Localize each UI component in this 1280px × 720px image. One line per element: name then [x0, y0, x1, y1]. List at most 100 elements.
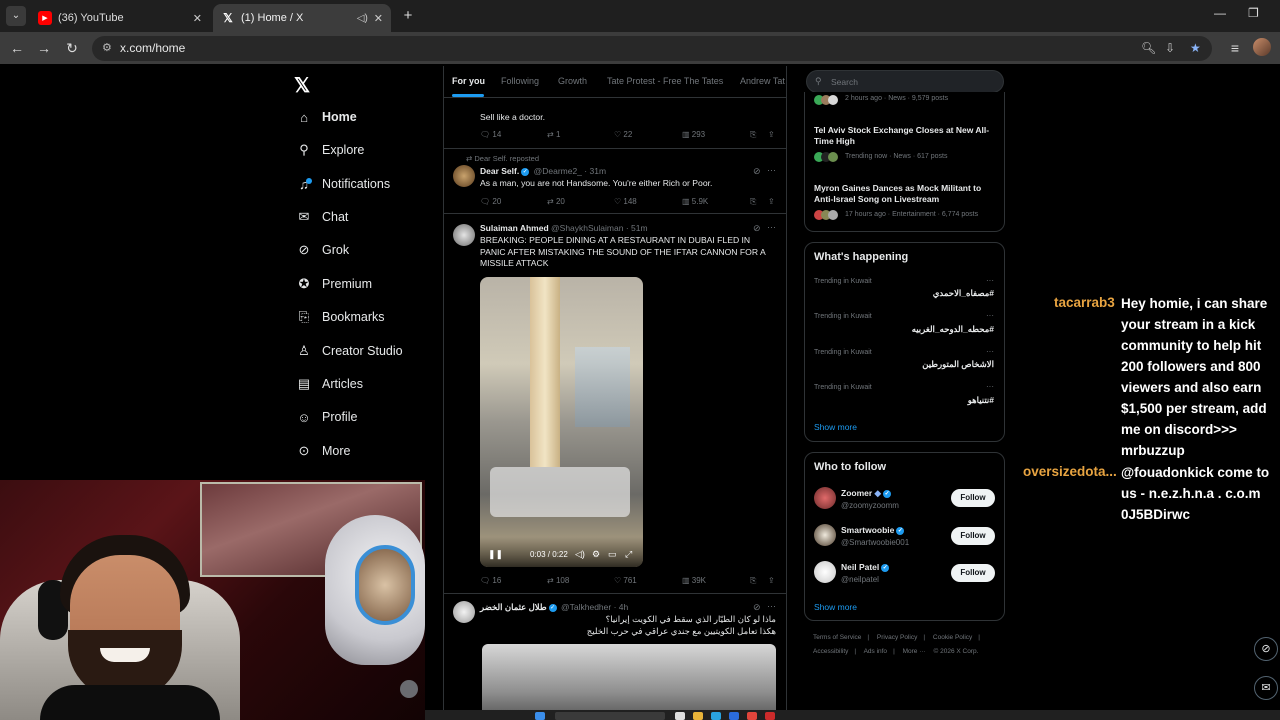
taskbar-app-icon[interactable] [765, 712, 775, 720]
bookmark-icon[interactable]: ⎘ [750, 197, 756, 207]
sidebar-item-bookmarks[interactable]: ⎘ Bookmarks [296, 305, 385, 329]
reply-button[interactable]: 🗨︎ 16 [480, 576, 501, 585]
site-info-icon[interactable]: ⚙ [102, 41, 116, 55]
tab-search-button[interactable]: ⌄ [6, 6, 26, 26]
more-options-icon[interactable]: ··· [767, 165, 776, 175]
reply-button[interactable]: 🗨︎ 20 [480, 197, 501, 206]
video-player[interactable]: ❚❚ 0:03 / 0:22 ◁) ⚙ ▭ ⤢ [480, 277, 643, 567]
author-handle[interactable]: @Dearme2_ [534, 166, 582, 176]
sidebar-item-notifications[interactable]: ♫ Notifications [296, 172, 390, 196]
avatar[interactable] [814, 524, 836, 546]
news-title[interactable]: Myron Gaines Dances as Mock Militant to … [814, 183, 999, 205]
repost-button[interactable]: ⇄ 20 [547, 197, 565, 206]
avatar[interactable] [453, 601, 475, 623]
more-options-icon[interactable]: ··· [986, 347, 994, 356]
tab-youtube[interactable]: ▶ (36) YouTube ✕ [30, 4, 210, 32]
grok-icon[interactable]: ⊘ [753, 602, 761, 613]
avatar[interactable] [453, 165, 475, 187]
share-icon[interactable]: ⇪ [768, 130, 775, 139]
sidebar-item-home[interactable]: ⌂ Home [296, 105, 357, 129]
footer-link[interactable]: Terms of Service [813, 634, 861, 641]
follow-button[interactable]: Follow [951, 564, 995, 582]
avatar[interactable] [814, 561, 836, 583]
settings-icon[interactable]: ⚙ [592, 549, 600, 560]
pip-icon[interactable]: ▭ [608, 549, 617, 560]
taskbar-search[interactable] [555, 712, 665, 720]
like-button[interactable]: ♡ 148 [614, 197, 637, 206]
media-control-icon[interactable]: ≡ [1225, 38, 1245, 58]
speaker-icon[interactable]: ◁) [357, 13, 368, 24]
share-icon[interactable]: ⇪ [768, 197, 775, 206]
author-name[interactable]: Dear Self. [480, 166, 519, 176]
bookmark-icon[interactable]: ⎘ [750, 130, 756, 140]
views-button[interactable]: ▥ 39K [682, 576, 706, 585]
author-handle[interactable]: @Talkhedher [561, 602, 611, 612]
author-handle[interactable]: @ShaykhSulaiman [551, 223, 623, 233]
restore-button[interactable]: ❐ [1248, 6, 1259, 20]
tab-following[interactable]: Following [501, 76, 539, 86]
install-icon[interactable]: ⇩ [1165, 41, 1175, 55]
grok-icon[interactable]: ⊘ [753, 223, 761, 234]
author-name[interactable]: Sulaiman Ahmed [480, 223, 549, 233]
more-options-icon[interactable]: ··· [767, 222, 776, 232]
account-name[interactable]: Neil Patel ✓ [841, 562, 891, 572]
folder-icon[interactable] [693, 712, 703, 720]
footer-link[interactable]: Cookie Policy [933, 634, 972, 641]
trend-name[interactable]: الاشخاص المتورطين [922, 359, 994, 370]
sidebar-item-more[interactable]: ⊙ More [296, 439, 351, 463]
forward-button[interactable]: → [34, 38, 54, 58]
like-button[interactable]: ♡ 761 [614, 576, 637, 585]
sidebar-item-articles[interactable]: ▤ Articles [296, 372, 363, 396]
sidebar-item-premium[interactable]: ✪ Premium [296, 272, 372, 296]
avatar[interactable] [814, 487, 836, 509]
back-button[interactable]: ← [7, 38, 27, 58]
fullscreen-icon[interactable]: ⤢ [625, 549, 632, 560]
show-more-link[interactable]: Show more [814, 602, 857, 612]
edge-icon[interactable] [711, 712, 721, 720]
share-icon[interactable]: ⇪ [768, 576, 775, 585]
follow-button[interactable]: Follow [951, 527, 995, 545]
reply-button[interactable]: 🗨︎ 14 [480, 130, 501, 139]
mail-icon[interactable]: ✉ [1254, 676, 1278, 700]
avatar[interactable] [453, 224, 475, 246]
close-icon[interactable]: ✕ [374, 12, 383, 25]
bookmark-icon[interactable]: ⎘ [750, 576, 756, 586]
account-name[interactable]: Smartwoobie ✓ [841, 525, 906, 535]
grok-icon[interactable]: ⊘ [1254, 637, 1278, 661]
author-name[interactable]: طلال عثمان الخضر [480, 602, 547, 612]
follow-button[interactable]: Follow [951, 489, 995, 507]
tab-x-home[interactable]: 𝕏 (1) Home / X ◁) ✕ [213, 4, 391, 32]
sidebar-item-grok[interactable]: ⊘ Grok [296, 238, 350, 262]
taskbar-app-icon[interactable] [747, 712, 757, 720]
footer-link[interactable]: Accessibility [813, 648, 848, 655]
repost-button[interactable]: ⇄ 1 [547, 130, 560, 139]
post-image[interactable] [482, 644, 776, 720]
views-button[interactable]: ▥ 5.9K [682, 197, 708, 206]
more-options-icon[interactable]: ··· [986, 382, 994, 391]
sidebar-item-profile[interactable]: ☺ Profile [296, 405, 357, 429]
footer-link[interactable]: More ··· [903, 648, 926, 655]
close-icon[interactable]: ✕ [193, 12, 202, 25]
zoom-icon[interactable]: 🔍︎ [1141, 41, 1156, 55]
views-button[interactable]: ▥ 293 [682, 130, 705, 139]
pause-icon[interactable]: ❚❚ [488, 549, 503, 560]
repost-button[interactable]: ⇄ 108 [547, 576, 569, 585]
footer-link[interactable]: Ads info [864, 648, 888, 655]
more-options-icon[interactable]: ··· [767, 601, 776, 611]
more-options-icon[interactable]: ··· [986, 276, 994, 285]
post-time[interactable]: · 51m [626, 223, 648, 233]
news-title[interactable]: Tel Aviv Stock Exchange Closes at New Al… [814, 125, 999, 147]
sidebar-item-explore[interactable]: ⚲ Explore [296, 138, 364, 162]
trend-name[interactable]: #نتنياهو [968, 395, 994, 406]
bookmark-star-icon[interactable]: ★ [1190, 41, 1201, 55]
tab-andrew-tate[interactable]: Andrew Tat [740, 76, 785, 86]
post-time[interactable]: · 31m [584, 166, 606, 176]
more-options-icon[interactable]: ··· [986, 311, 994, 320]
grok-icon[interactable]: ⊘ [753, 166, 761, 177]
trend-name[interactable]: #مصفاه_الاحمدي [933, 288, 994, 299]
profile-avatar[interactable] [1253, 38, 1271, 56]
footer-link[interactable]: Privacy Policy [877, 634, 917, 641]
show-more-link[interactable]: Show more [814, 422, 857, 432]
account-name[interactable]: Zoomer ◆ ✓ [841, 488, 893, 499]
taskbar-app-icon[interactable] [729, 712, 739, 720]
